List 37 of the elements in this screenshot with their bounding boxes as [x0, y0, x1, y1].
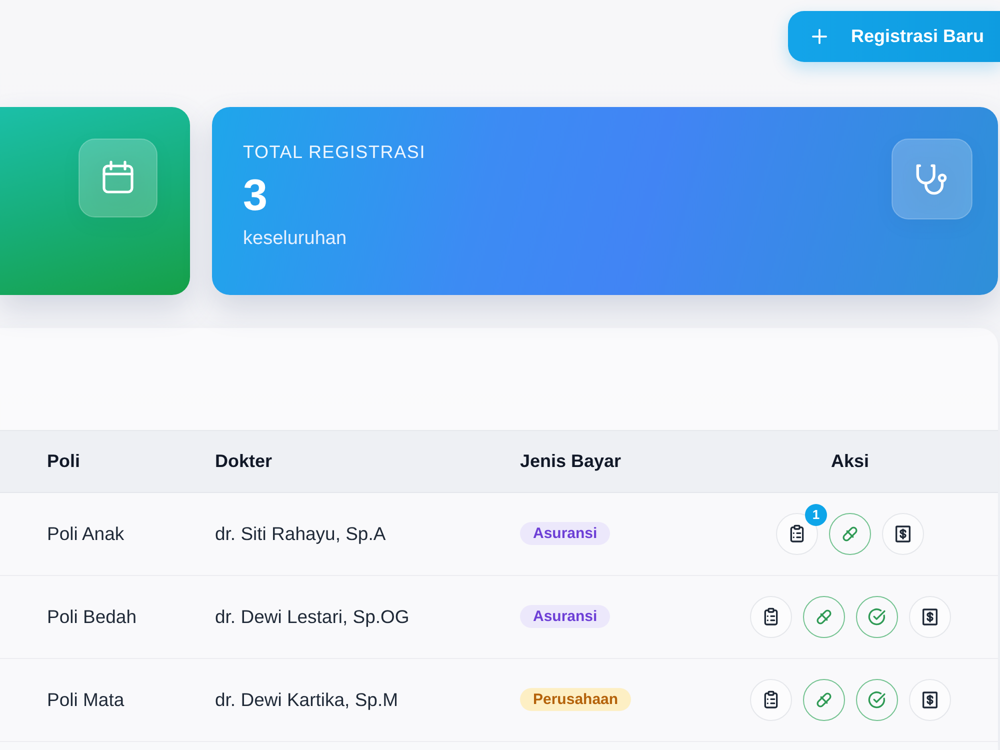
table-cell-text: Poli Anak: [47, 522, 124, 546]
column-header: Poli: [47, 450, 80, 473]
plus-icon: [812, 29, 827, 44]
column-header: Jenis Bayar: [520, 450, 622, 473]
stat-title: TOTAL REGISTRASI: [243, 142, 426, 163]
dollar-button[interactable]: [908, 596, 950, 638]
column-header: Dokter: [215, 450, 272, 473]
check-circle-icon: [866, 690, 886, 710]
table-cell-text: dr. Dewi Kartika, Sp.M: [215, 688, 398, 712]
pill-button[interactable]: [802, 596, 844, 638]
payment-tag: Asuransi: [520, 605, 610, 628]
table-cell-text: dr. Dewi Lestari, Sp.OG: [215, 605, 410, 630]
pill-button[interactable]: [802, 679, 844, 721]
payment-tag: Asuransi: [520, 522, 610, 545]
dollar-button[interactable]: [908, 679, 950, 721]
stat-value: 3: [243, 172, 268, 220]
calendar-icon: [78, 138, 158, 218]
check-circle-icon: [866, 607, 886, 627]
dollar-icon: [920, 690, 940, 710]
table-cell-text: Poli Mata: [47, 688, 124, 712]
check-circle-button[interactable]: [856, 679, 898, 721]
pill-icon: [840, 524, 860, 544]
clipboard-button[interactable]: [750, 679, 792, 721]
table-cell-text: Poli Bedah: [47, 605, 136, 630]
column-header: Aksi: [830, 450, 870, 473]
clipboard-button[interactable]: [750, 596, 792, 638]
payment-tag: Perusahaan: [520, 688, 632, 711]
check-circle-button[interactable]: [856, 596, 898, 638]
new-registration-button[interactable]: Registrasi Baru: [788, 11, 1000, 62]
pill-button[interactable]: [829, 513, 871, 555]
count-badge: 1: [805, 504, 827, 526]
table-cell-text: dr. Siti Rahayu, Sp.A: [215, 522, 386, 546]
dollar-icon: [893, 524, 913, 544]
stat-caption: keseluruhan: [243, 228, 347, 250]
stethoscope-icon: [891, 138, 973, 220]
dollar-button[interactable]: [882, 513, 924, 555]
dollar-icon: [920, 607, 940, 627]
